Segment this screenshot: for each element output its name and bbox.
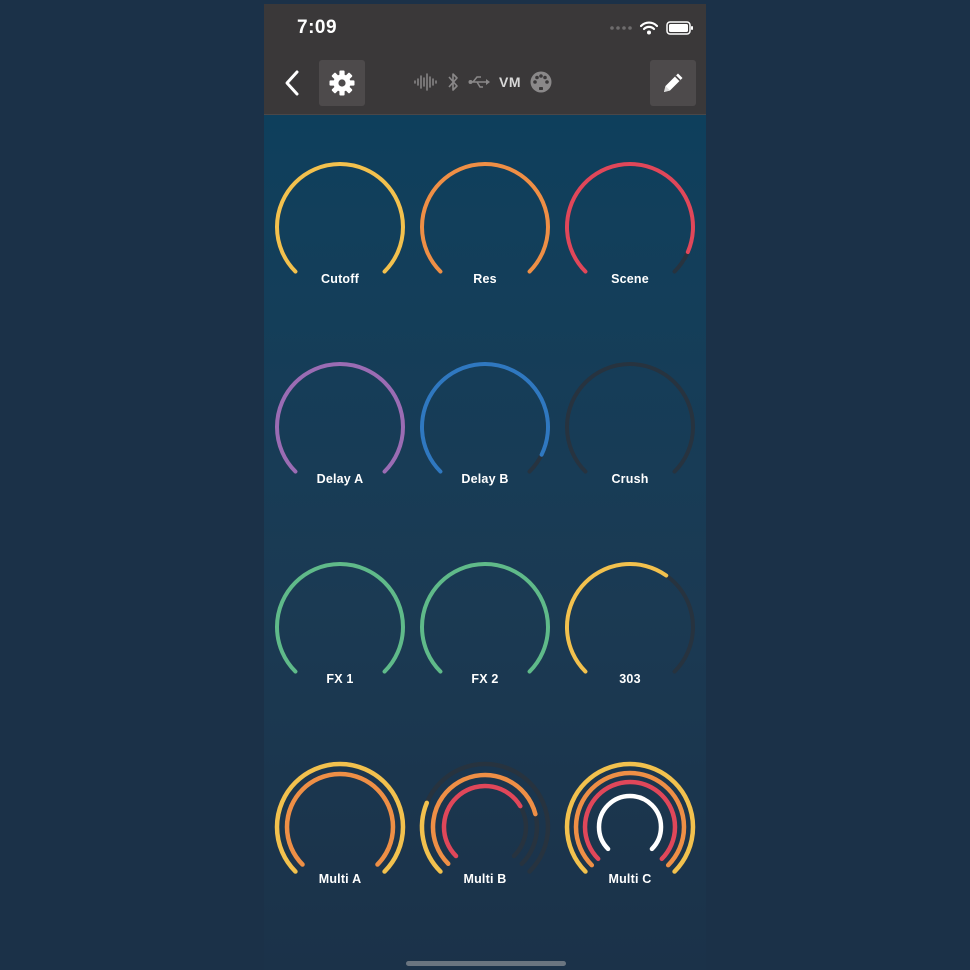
back-button[interactable]	[274, 61, 310, 105]
knob[interactable]	[420, 562, 550, 674]
knob-label: Multi A	[318, 872, 362, 886]
knob-label: Multi B	[463, 872, 507, 886]
wifi-icon	[640, 21, 658, 35]
cellular-signal-icon	[610, 26, 632, 30]
edit-button[interactable]	[650, 60, 696, 106]
knob-value-arc	[565, 561, 669, 674]
knob[interactable]	[420, 162, 550, 274]
knob-value-arc	[275, 362, 405, 474]
phone-screen: 7:09 VM Cutoff Res Scene Delay A Delay B…	[264, 4, 706, 970]
home-indicator[interactable]	[406, 961, 566, 966]
knob-value-arc	[565, 162, 695, 274]
knob-grid: Cutoff Res Scene Delay A Delay B Crush FX 1 FX …	[264, 114, 706, 914]
bluetooth-icon	[448, 73, 458, 91]
back-chevron-icon	[285, 70, 299, 96]
knob[interactable]	[564, 761, 696, 874]
knob-label: Multi C	[608, 872, 652, 886]
status-icons	[610, 18, 694, 38]
connection-status: VM	[414, 70, 552, 94]
knob-label: FX 2	[471, 672, 499, 686]
knob-canvas	[274, 162, 696, 874]
knob-label: Scene	[611, 272, 649, 286]
knob-value-arc	[275, 562, 405, 674]
knob-value-arc	[596, 793, 664, 852]
knob[interactable]	[274, 761, 406, 874]
usb-icon	[468, 76, 490, 88]
knob-label: Crush	[611, 472, 649, 486]
top-bar: 7:09 VM	[264, 4, 706, 115]
knob-value-arc	[420, 362, 550, 474]
knob[interactable]	[565, 561, 695, 674]
battery-icon	[666, 21, 693, 35]
knob-track	[565, 362, 695, 474]
pencil-icon	[664, 73, 683, 92]
settings-button[interactable]	[319, 60, 365, 106]
knob[interactable]	[275, 562, 405, 674]
knob-value-arc	[419, 800, 443, 874]
midi-din-icon	[530, 71, 552, 93]
knob[interactable]	[565, 362, 695, 474]
vm-label: VM	[499, 74, 521, 90]
knob-label: 303	[619, 672, 641, 686]
knob[interactable]	[565, 162, 695, 274]
knob-label: FX 1	[326, 672, 354, 686]
gear-icon	[329, 70, 355, 96]
knob-label: Delay A	[316, 472, 364, 486]
knob[interactable]	[420, 362, 550, 474]
status-time: 7:09	[297, 17, 338, 38]
knob-value-arc	[420, 162, 550, 274]
knob-value-arc	[441, 783, 523, 859]
knob[interactable]	[275, 362, 405, 474]
knob[interactable]	[419, 761, 551, 874]
knob[interactable]	[275, 162, 405, 274]
knob-value-arc	[284, 771, 396, 867]
knob-label: Res	[473, 272, 497, 286]
knob-label: Cutoff	[321, 272, 359, 286]
knob-value-arc	[275, 162, 405, 274]
audio-waveform-icon	[414, 73, 437, 91]
knob-value-arc	[420, 562, 550, 674]
knob-label: Delay B	[461, 472, 509, 486]
